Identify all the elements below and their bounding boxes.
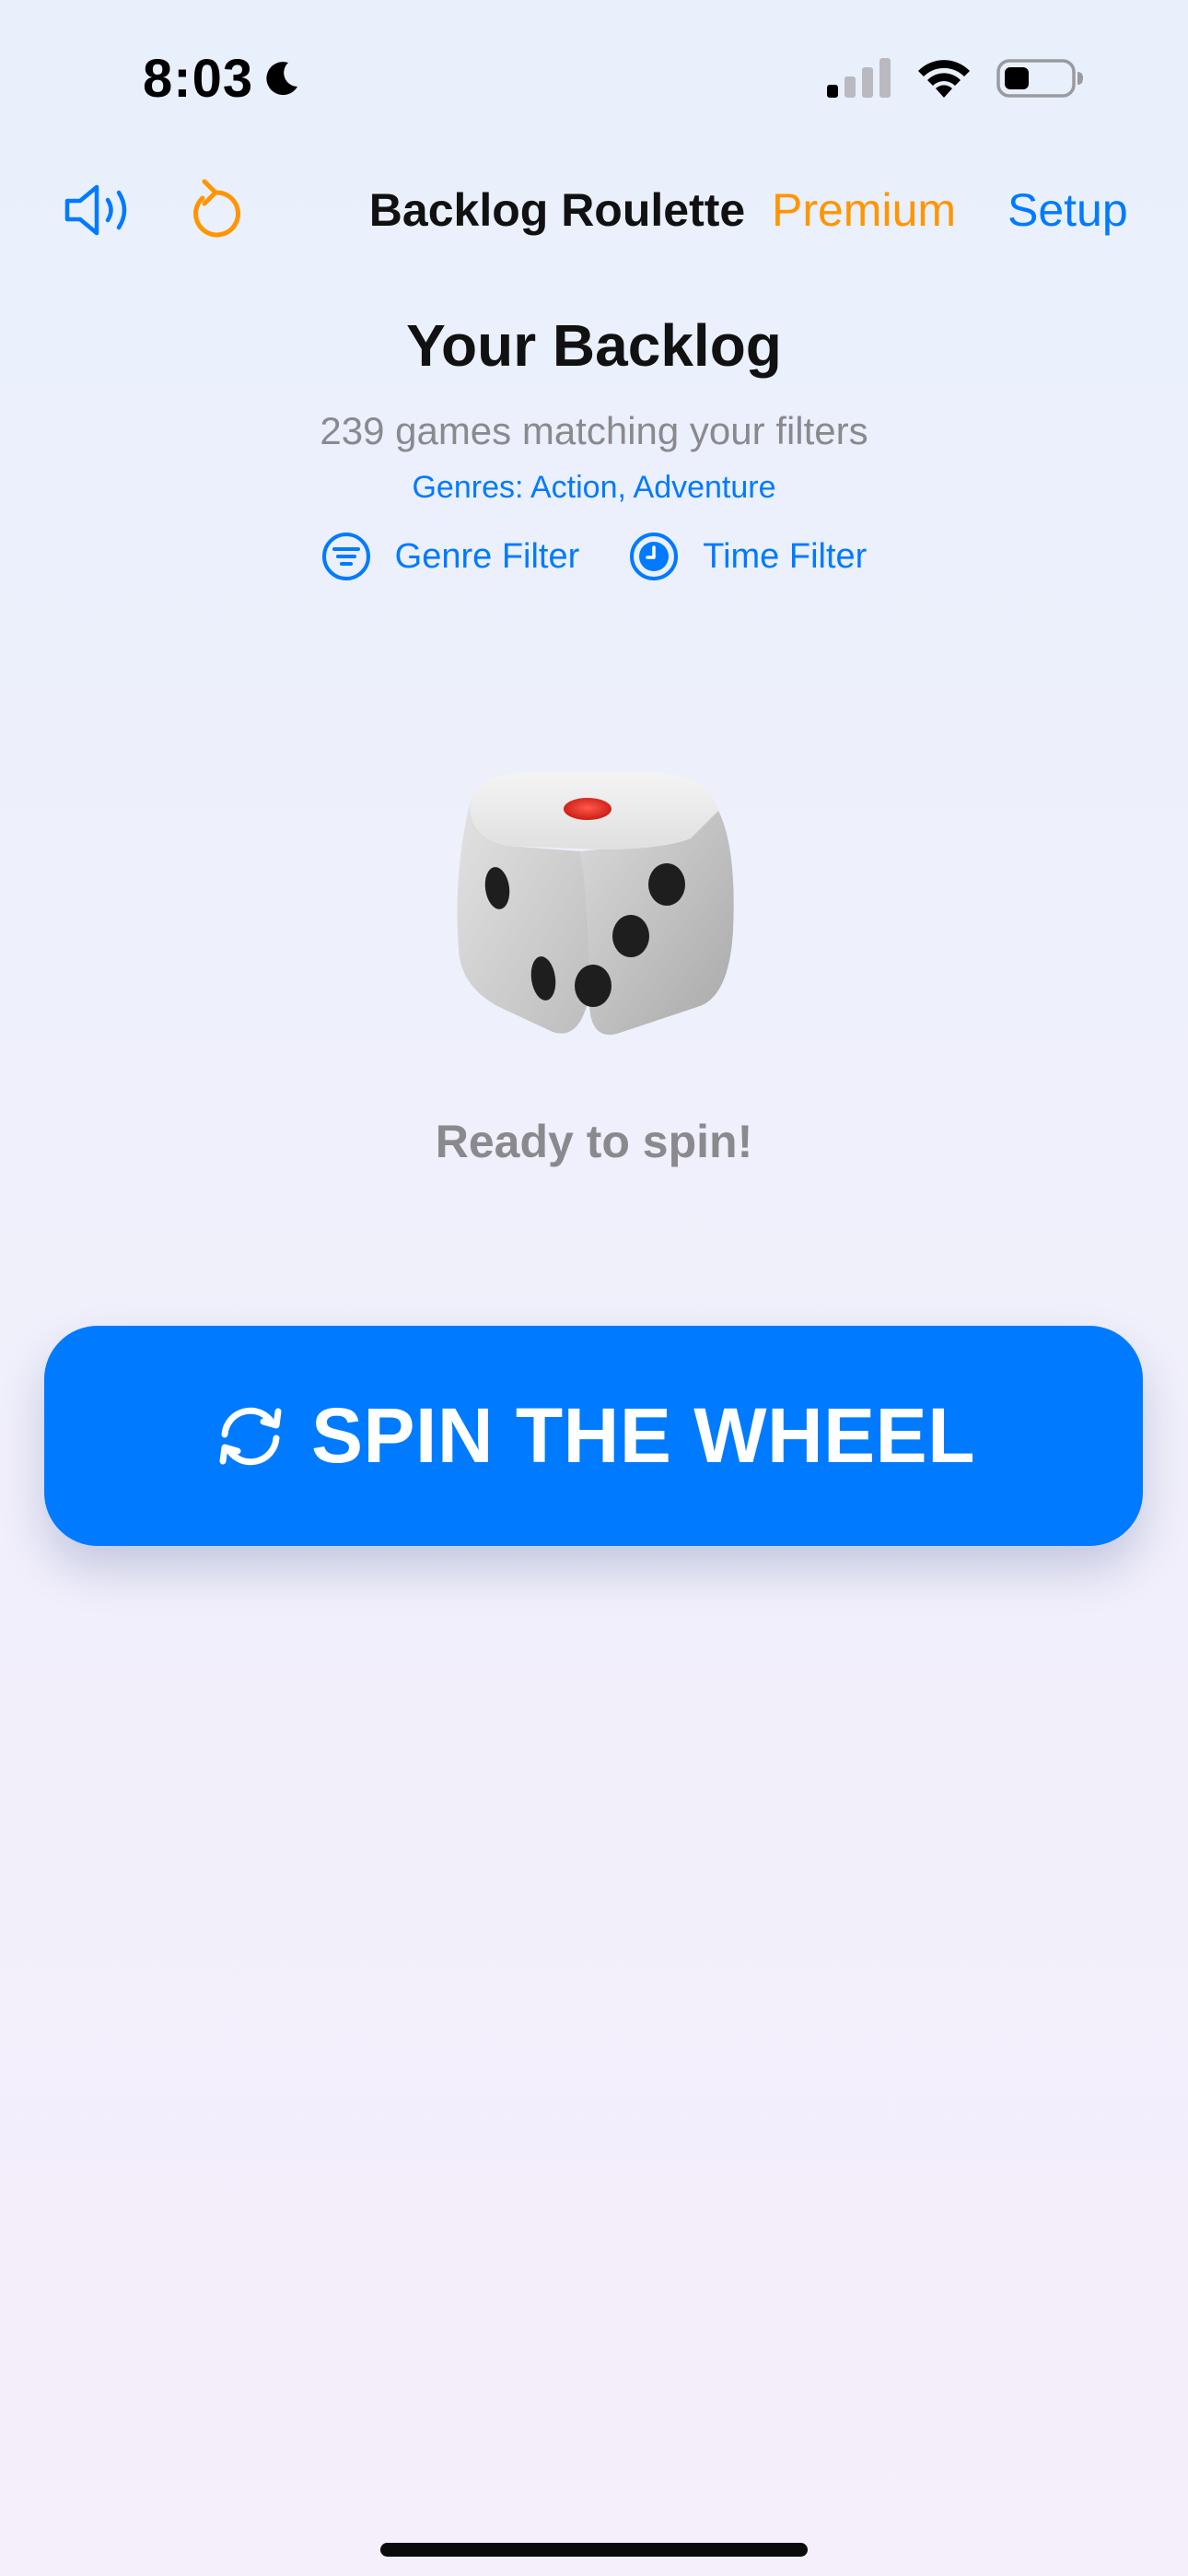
time-filter-label: Time Filter [703, 536, 868, 576]
setup-button[interactable]: Setup [1007, 166, 1128, 254]
spin-button-label: SPIN THE WHEEL [310, 1392, 976, 1479]
counterclockwise-arrow-icon [193, 179, 241, 238]
status-bar: 8:03 [0, 0, 1188, 157]
premium-button[interactable]: Premium [772, 166, 956, 254]
status-time: 8:03 [143, 49, 254, 109]
wifi-icon [918, 60, 970, 98]
refresh-arrows-icon [219, 1407, 282, 1465]
cellular-signal-icon [827, 58, 891, 98]
reset-button[interactable] [173, 166, 254, 254]
filter-lines-icon [321, 533, 370, 580]
sound-toggle-button[interactable] [55, 166, 140, 254]
battery-icon [996, 59, 1083, 98]
clock-icon [630, 533, 679, 580]
nav-bar: Backlog Roulette Premium Setup [0, 166, 1188, 254]
home-indicator[interactable] [380, 2543, 808, 2557]
status-time-group: 8:03 [143, 48, 301, 110]
filters-row: Genre Filter Time Filter [0, 527, 1188, 586]
genre-filter-button[interactable]: Genre Filter [321, 527, 580, 586]
spin-the-wheel-button[interactable]: SPIN THE WHEEL [44, 1326, 1143, 1546]
dice-icon [442, 765, 746, 1050]
ready-status-text: Ready to spin! [435, 1116, 753, 1167]
moon-icon [266, 61, 298, 95]
genres-text: Genres: Action, Adventure [412, 470, 776, 505]
time-filter-button[interactable]: Time Filter [629, 527, 867, 586]
status-icons [827, 57, 1085, 100]
genre-filter-label: Genre Filter [394, 536, 580, 576]
backlog-title: Your Backlog [406, 312, 782, 379]
app-title: Backlog Roulette [368, 184, 746, 236]
speaker-icon [64, 184, 127, 236]
games-count-text: 239 games matching your filters [320, 409, 868, 452]
